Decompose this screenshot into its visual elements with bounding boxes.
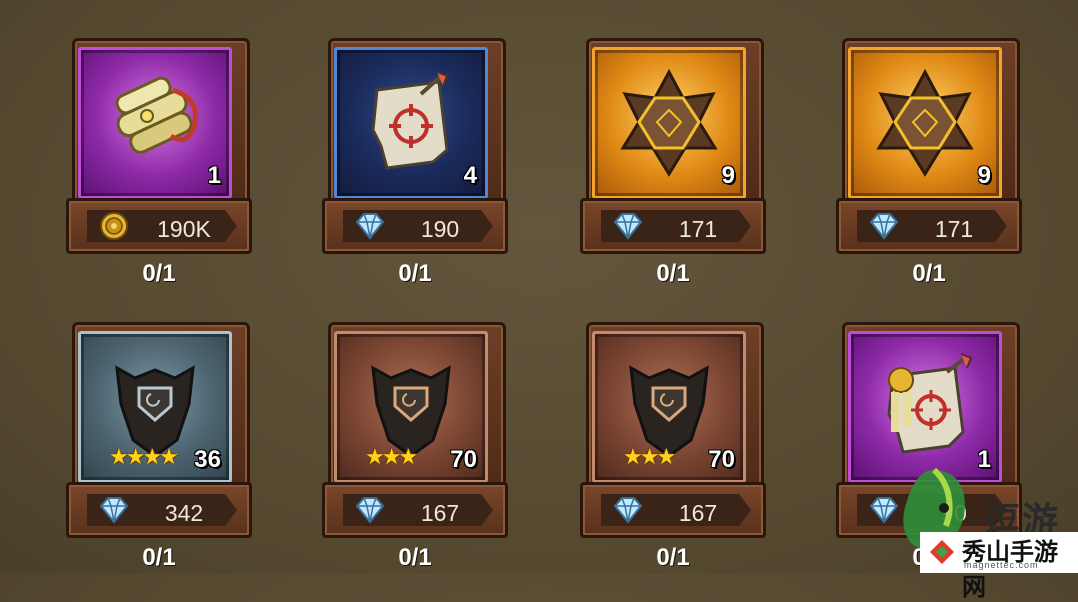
item-quantity: 4 bbox=[463, 162, 477, 189]
purchase-progress: 0/1 bbox=[656, 260, 690, 287]
item-quantity: 1 bbox=[207, 162, 221, 189]
price-label: 167 bbox=[420, 500, 460, 526]
diamond-icon bbox=[613, 497, 643, 524]
price-plate: 190K bbox=[87, 210, 237, 242]
item-tile[interactable]: 9 bbox=[848, 47, 1002, 199]
item-tile[interactable]: ★★★★ 36 bbox=[78, 331, 232, 483]
diamond-icon bbox=[99, 497, 129, 524]
purchase-progress: 0/1 bbox=[142, 544, 176, 571]
price-button[interactable]: 190K bbox=[66, 198, 252, 254]
price-button[interactable]: 167 bbox=[580, 482, 766, 538]
price-label: 190K bbox=[157, 216, 211, 242]
price-button[interactable]: 171 bbox=[836, 198, 1022, 254]
diamond-icon bbox=[869, 497, 899, 524]
item-tile[interactable]: ★★★ 70 bbox=[334, 331, 488, 483]
gold-coin-icon bbox=[100, 212, 128, 240]
purchase-progress: 0/1 bbox=[398, 260, 432, 287]
item-tile[interactable]: 9 bbox=[592, 47, 746, 199]
price-label: 171 bbox=[934, 216, 974, 242]
price-label: 167 bbox=[678, 500, 718, 526]
price-plate: 190 bbox=[343, 210, 493, 242]
diamond-icon bbox=[869, 213, 899, 240]
price-button[interactable]: 190 bbox=[322, 198, 508, 254]
item-tile[interactable]: ★★★ 70 bbox=[592, 331, 746, 483]
watermark-site-url: magnettec.com bbox=[964, 560, 1039, 570]
item-tile[interactable]: 1 bbox=[78, 47, 232, 199]
price-plate: 167 bbox=[343, 494, 493, 526]
price-plate: 167 bbox=[601, 494, 751, 526]
star-rating: ★★★★ bbox=[109, 444, 179, 469]
price-button[interactable]: 167 bbox=[322, 482, 508, 538]
item-quantity: 9 bbox=[721, 162, 735, 189]
item-tile[interactable]: 4 bbox=[334, 47, 488, 199]
item-quantity: 70 bbox=[450, 446, 477, 473]
price-plate: 171 bbox=[601, 210, 751, 242]
purchase-progress: 0/1 bbox=[912, 260, 946, 287]
diamond-icon bbox=[355, 213, 385, 240]
item-quantity: 36 bbox=[194, 446, 221, 473]
price-plate: 342 bbox=[87, 494, 237, 526]
purchase-progress: 0/1 bbox=[656, 544, 690, 571]
price-button[interactable]: 171 bbox=[580, 198, 766, 254]
diamond-icon bbox=[613, 213, 643, 240]
purchase-progress: 0/1 bbox=[142, 260, 176, 287]
diamond-icon bbox=[355, 497, 385, 524]
purchase-progress: 0/1 bbox=[398, 544, 432, 571]
item-quantity: 70 bbox=[708, 446, 735, 473]
item-quantity: 9 bbox=[977, 162, 991, 189]
price-label: 342 bbox=[164, 500, 204, 526]
price-plate: 171 bbox=[857, 210, 1007, 242]
item-quantity: 1 bbox=[977, 446, 991, 473]
price-label: 171 bbox=[678, 216, 718, 242]
star-rating: ★★★ bbox=[365, 444, 418, 469]
star-rating: ★★★ bbox=[623, 444, 676, 469]
watermark-site-icon bbox=[930, 540, 954, 564]
item-tile[interactable]: 1 bbox=[848, 331, 1002, 483]
price-button[interactable]: 342 bbox=[66, 482, 252, 538]
price-label: 190 bbox=[420, 216, 460, 242]
